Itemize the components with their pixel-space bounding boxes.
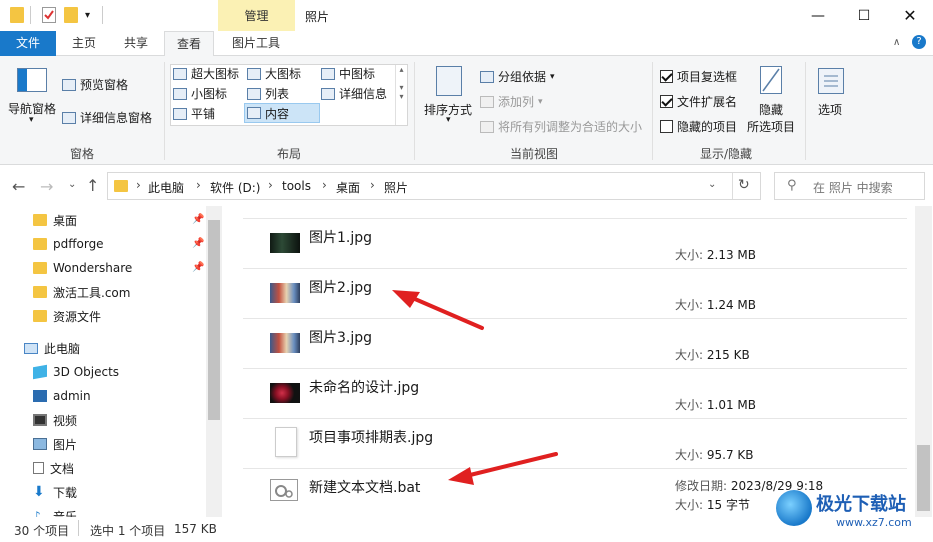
arrow-icon (392, 290, 484, 330)
divider (78, 520, 79, 536)
annotation-arrows (392, 290, 558, 485)
selected-size: 157 KB (174, 522, 217, 536)
selected-count: 选中 1 个项目 (90, 524, 166, 538)
watermark-url: www.xz7.com (836, 516, 912, 529)
watermark-logo (776, 490, 812, 526)
item-count: 30 个项目 (14, 524, 70, 538)
watermark-text: 极光下载站 (816, 494, 906, 515)
arrow-icon (448, 452, 558, 485)
